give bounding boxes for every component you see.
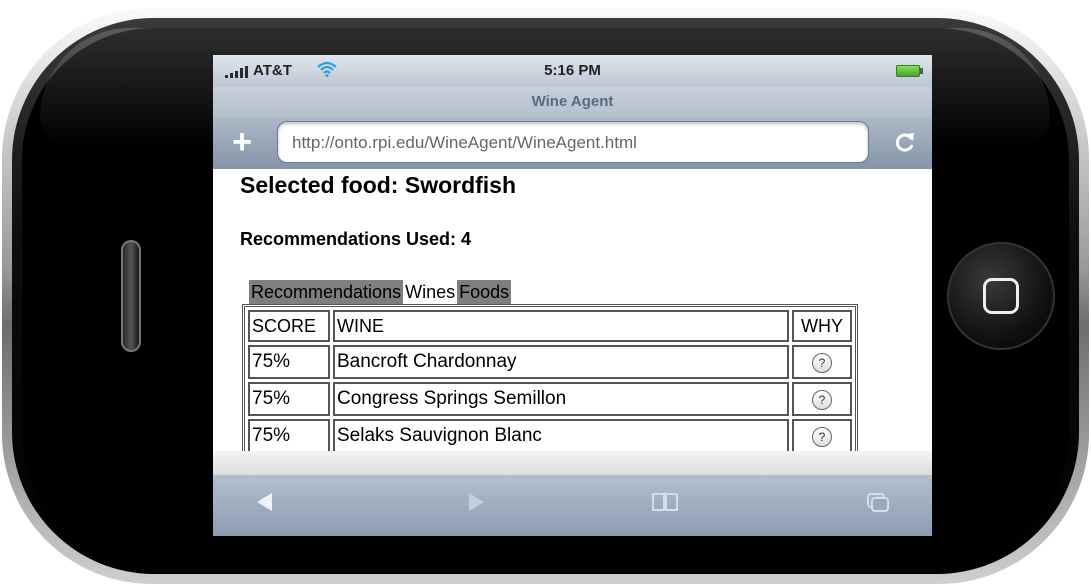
score-cell: 75% [248,382,330,416]
why-cell: ? [792,419,852,451]
bookmarks-icon[interactable] [645,489,685,521]
pages-icon[interactable] [858,489,898,521]
clock: 5:16 PM [544,62,601,79]
home-square-icon [983,278,1019,314]
status-bar: AT&T 5:16 PM [213,55,932,87]
table-row: 75% Bancroft Chardonnay ? [248,345,852,379]
score-header: SCORE [248,310,330,342]
question-icon[interactable]: ? [812,427,832,447]
score-cell: 75% [248,345,330,379]
recommendations-used-heading: Recommendations Used: 4 [240,229,472,249]
url-bar: + http://onto.rpi.edu/WineAgent/WineAgen… [213,117,932,169]
home-button[interactable] [947,242,1055,350]
url-field[interactable]: http://onto.rpi.edu/WineAgent/WineAgent.… [277,121,869,163]
tab-wines[interactable]: Wines [403,280,458,304]
tab-foods[interactable]: Foods [457,280,512,304]
tab-recommendations[interactable]: Recommendations [249,280,404,304]
forward-icon[interactable] [456,489,496,521]
plus-icon[interactable]: + [228,125,256,159]
question-icon[interactable]: ? [812,390,832,410]
page-title: Wine Agent [213,87,932,117]
table-header-row: SCORE WINE WHY [248,310,852,342]
content-bottom-strip [213,451,932,475]
battery-icon [896,65,923,77]
why-cell: ? [792,345,852,379]
why-header: WHY [792,310,852,342]
table-row: 75% Congress Springs Semillon ? [248,382,852,416]
wine-cell: Congress Springs Semillon [333,382,789,416]
tab-bar: Recommendations Wines Foods [249,280,512,304]
why-cell: ? [792,382,852,416]
reload-icon[interactable] [890,127,920,157]
speaker-grille [121,240,141,352]
wine-table: SCORE WINE WHY 75% Bancroft Chardonnay ?… [242,304,858,451]
page-content: Selected food: Swordfish Recommendations… [213,169,932,451]
selected-food-heading: Selected food: Swordfish [240,172,517,198]
browser-toolbar [213,475,932,536]
screen: AT&T 5:16 PM Wine Agent + http://onto.rp… [213,55,932,536]
back-icon[interactable] [245,489,285,521]
url-text: http://onto.rpi.edu/WineAgent/WineAgent.… [292,133,637,152]
table-row: 75% Selaks Sauvignon Blanc ? [248,419,852,451]
score-cell: 75% [248,419,330,451]
wine-cell: Selaks Sauvignon Blanc [333,419,789,451]
question-icon[interactable]: ? [812,353,832,373]
wine-header: WINE [333,310,789,342]
wine-cell: Bancroft Chardonnay [333,345,789,379]
